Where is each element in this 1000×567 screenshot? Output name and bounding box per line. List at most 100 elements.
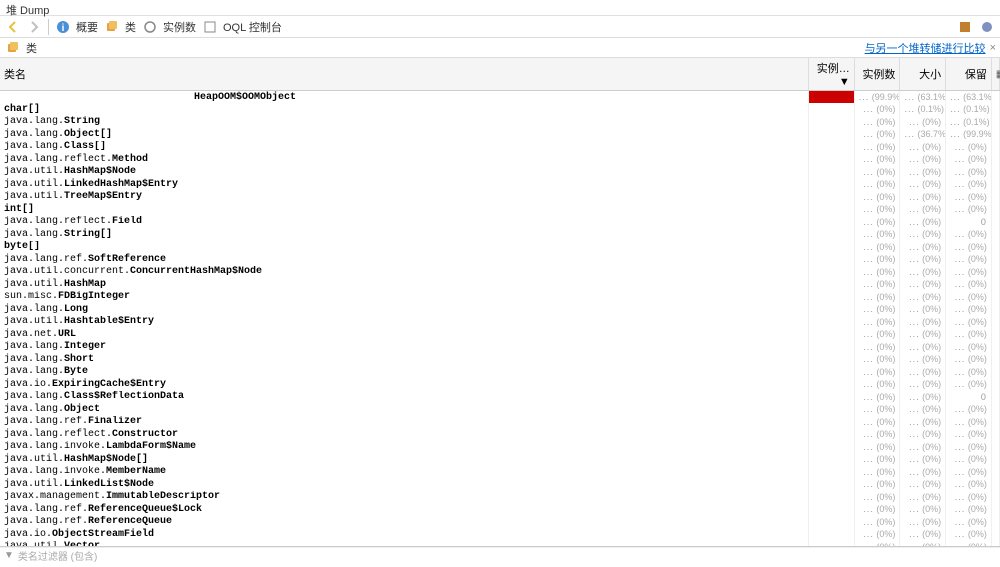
close-icon[interactable]: × — [990, 42, 996, 54]
instances-cell: ... (0%) — [854, 353, 900, 366]
table-row[interactable]: java.net.URL... (0%)... (0%)... (0%) — [0, 328, 1000, 341]
table-row[interactable]: java.lang.invoke.LambdaForm$Name... (0%)… — [0, 441, 1000, 454]
col-instances[interactable]: 实例数 — [854, 58, 900, 91]
class-name-cell: HeapOOM$OOMObject — [0, 91, 809, 104]
table-row[interactable]: java.lang.Object[]... (0%)... (36.7%)...… — [0, 128, 1000, 141]
oql-tab[interactable]: OQL 控制台 — [201, 18, 284, 36]
table-row[interactable]: java.io.ExpiringCache$Entry... (0%)... (… — [0, 378, 1000, 391]
table-row[interactable]: java.lang.ref.Finalizer... (0%)... (0%).… — [0, 416, 1000, 429]
classes-icon — [103, 18, 121, 36]
table-row[interactable]: java.io.ObjectStreamField... (0%)... (0%… — [0, 528, 1000, 541]
retained-cell: ... (0%) — [946, 403, 992, 416]
instpct-cell — [809, 278, 855, 291]
footer: ▼ 类名过滤器 (包含) — [0, 547, 1000, 563]
instpct-cell — [809, 328, 855, 341]
table-row[interactable]: char[]... (0%)... (0.1%)... (0.1%) — [0, 103, 1000, 116]
instpct-cell — [809, 478, 855, 491]
class-name-cell: java.util.LinkedHashMap$Entry — [0, 178, 809, 191]
table-row[interactable]: java.lang.Long... (0%)... (0%)... (0%) — [0, 303, 1000, 316]
table-row[interactable]: java.util.HashMap... (0%)... (0%)... (0%… — [0, 278, 1000, 291]
retained-cell: ... (0%) — [946, 278, 992, 291]
instpct-cell — [809, 266, 855, 279]
col-retained[interactable]: 保留 — [946, 58, 992, 91]
col-menu[interactable]: ▦ — [991, 58, 999, 91]
instpct-cell — [809, 141, 855, 154]
table-header[interactable]: 类名 实例… ▼ 实例数 大小 保留 ▦ — [0, 58, 1000, 91]
size-cell: ... (0.1%) — [900, 103, 946, 116]
table-row[interactable]: java.lang.invoke.MemberName... (0%)... (… — [0, 466, 1000, 479]
class-name-cell: java.lang.reflect.Method — [0, 153, 809, 166]
retained-cell: ... (0%) — [946, 241, 992, 254]
table-row[interactable]: java.util.TreeMap$Entry... (0%)... (0%).… — [0, 191, 1000, 204]
table-row[interactable]: java.util.HashMap$Node... (0%)... (0%)..… — [0, 166, 1000, 179]
summary-tab[interactable]: i概要 — [54, 18, 100, 36]
class-name-cell: java.util.concurrent.ConcurrentHashMap$N… — [0, 266, 809, 279]
table-row[interactable]: java.lang.ref.SoftReference... (0%)... (… — [0, 253, 1000, 266]
tool-btn-1[interactable] — [956, 18, 974, 36]
table-row[interactable]: java.lang.String[]... (0%)... (0%)... (0… — [0, 228, 1000, 241]
size-cell: ... (0%) — [900, 178, 946, 191]
table-row[interactable]: java.lang.Object... (0%)... (0%)... (0%) — [0, 403, 1000, 416]
size-cell: ... (0%) — [900, 441, 946, 454]
retained-cell: ... (0%) — [946, 503, 992, 516]
table-row[interactable]: java.util.LinkedHashMap$Entry... (0%)...… — [0, 178, 1000, 191]
class-name-cell: java.lang.ref.ReferenceQueue$Lock — [0, 503, 809, 516]
retained-cell: ... (0%) — [946, 378, 992, 391]
instpct-cell — [809, 341, 855, 354]
tool-btn-2[interactable] — [978, 18, 996, 36]
class-table-container[interactable]: 类名 实例… ▼ 实例数 大小 保留 ▦ HeapOOM$OOMObject..… — [0, 58, 1000, 547]
table-row[interactable]: java.lang.Byte... (0%)... (0%)... (0%) — [0, 366, 1000, 379]
size-cell: ... (0%) — [900, 528, 946, 541]
retained-cell: ... (0%) — [946, 303, 992, 316]
instances-cell: ... (0%) — [854, 416, 900, 429]
table-row[interactable]: java.lang.reflect.Method... (0%)... (0%)… — [0, 153, 1000, 166]
size-cell: ... (0%) — [900, 316, 946, 329]
table-row[interactable]: java.util.Hashtable$Entry... (0%)... (0%… — [0, 316, 1000, 329]
size-cell: ... (36.7%) — [900, 128, 946, 141]
table-row[interactable]: java.lang.Integer... (0%)... (0%)... (0%… — [0, 341, 1000, 354]
col-size[interactable]: 大小 — [900, 58, 946, 91]
retained-cell: ... (0%) — [946, 516, 992, 529]
table-row[interactable]: javax.management.ImmutableDescriptor... … — [0, 491, 1000, 504]
back-button[interactable] — [4, 18, 22, 36]
instances-cell: ... (0%) — [854, 141, 900, 154]
instpct-cell — [809, 366, 855, 379]
table-row[interactable]: java.lang.reflect.Constructor... (0%)...… — [0, 428, 1000, 441]
instances-cell: ... (0%) — [854, 278, 900, 291]
table-row[interactable]: java.lang.Short... (0%)... (0%)... (0%) — [0, 353, 1000, 366]
instances-cell: ... (0%) — [854, 253, 900, 266]
compare-link[interactable]: 与另一个堆转储进行比较 — [865, 40, 986, 56]
table-row[interactable]: byte[]... (0%)... (0%)... (0%) — [0, 241, 1000, 254]
table-row[interactable]: java.lang.ref.ReferenceQueue... (0%)... … — [0, 516, 1000, 529]
table-row[interactable]: java.util.LinkedList$Node... (0%)... (0%… — [0, 478, 1000, 491]
col-classname[interactable]: 类名 — [0, 58, 809, 91]
instances-tab[interactable]: 实例数 — [141, 18, 198, 36]
instpct-cell — [809, 528, 855, 541]
col-inst-pct[interactable]: 实例… ▼ — [809, 58, 855, 91]
forward-button[interactable] — [25, 18, 43, 36]
table-row[interactable]: HeapOOM$OOMObject... (99.9%)... (63.1%).… — [0, 91, 1000, 104]
table-row[interactable]: int[]... (0%)... (0%)... (0%) — [0, 203, 1000, 216]
filter-placeholder[interactable]: 类名过滤器 (包含) — [18, 548, 97, 563]
instances-cell: ... (99.9%) — [854, 91, 900, 104]
table-row[interactable]: java.lang.Class$ReflectionData... (0%)..… — [0, 391, 1000, 404]
size-cell: ... (0%) — [900, 166, 946, 179]
table-row[interactable]: java.lang.String... (0%)... (0%)... (0.1… — [0, 116, 1000, 129]
classes-tab[interactable]: 类 — [103, 18, 138, 36]
class-name-cell: char[] — [0, 103, 809, 116]
instances-cell: ... (0%) — [854, 366, 900, 379]
class-name-cell: java.util.Hashtable$Entry — [0, 316, 809, 329]
size-cell: ... (0%) — [900, 278, 946, 291]
table-row[interactable]: java.lang.ref.ReferenceQueue$Lock ... (0%… — [0, 503, 1000, 516]
table-row[interactable]: java.util.HashMap$Node[]... (0%)... (0%)… — [0, 453, 1000, 466]
table-row[interactable]: java.lang.Class[]... (0%)... (0%)... (0%… — [0, 141, 1000, 154]
table-row[interactable]: sun.misc.FDBigInteger... (0%)... (0%)...… — [0, 291, 1000, 304]
filter-icon: ▼ — [4, 550, 14, 561]
table-row[interactable]: java.lang.reflect.Field... (0%)... (0%)0 — [0, 216, 1000, 229]
instpct-cell — [809, 441, 855, 454]
main-toolbar: i概要 类 实例数 OQL 控制台 — [0, 16, 1000, 38]
class-name-cell: java.lang.Object[] — [0, 128, 809, 141]
retained-cell: ... (0%) — [946, 266, 992, 279]
size-cell: ... (0%) — [900, 303, 946, 316]
table-row[interactable]: java.util.concurrent.ConcurrentHashMap$N… — [0, 266, 1000, 279]
